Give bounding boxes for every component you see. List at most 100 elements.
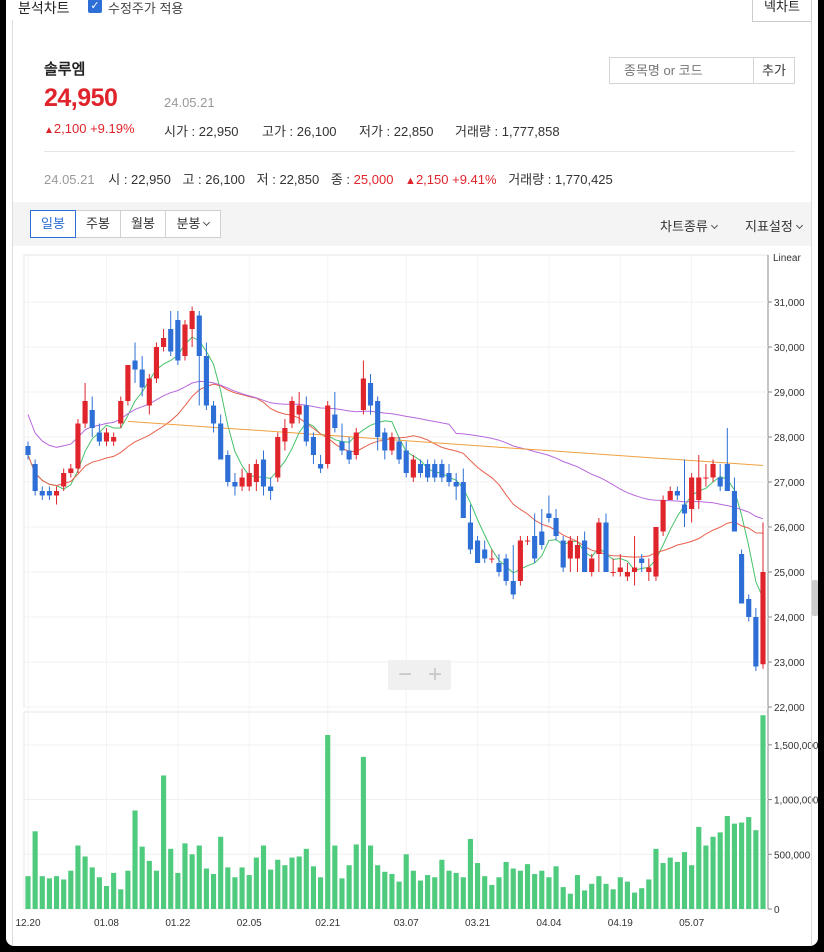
volume-bar (410, 870, 416, 909)
divider (44, 151, 795, 152)
candle-body (125, 365, 131, 401)
chart-type-menu[interactable]: 차트종류 (660, 216, 718, 235)
candle-body (111, 437, 117, 442)
candle-body (482, 549, 488, 559)
candle-body (539, 531, 545, 545)
volume-bar (289, 857, 295, 909)
candle-body (346, 450, 352, 460)
candle-body (396, 441, 402, 460)
volume-bar (153, 870, 160, 909)
candle-body (660, 500, 666, 532)
volume-bar (339, 878, 345, 909)
volume-bar (474, 863, 481, 909)
up-triangle-icon: ▲ (405, 175, 416, 187)
candle-body (239, 477, 245, 487)
volume-bar (139, 846, 145, 909)
chart-area: 31,000 30,000 29,000 28,000 27,000 26,000 25,0… (6, 246, 818, 946)
tab-daily[interactable]: 일봉 (30, 210, 76, 238)
volume-bar (403, 854, 409, 909)
scroll-handle[interactable] (812, 580, 818, 616)
candle-body (275, 437, 281, 478)
candle-body (360, 378, 366, 410)
candle-body (153, 347, 160, 379)
candle-body (161, 338, 167, 347)
volume-bar (282, 865, 288, 909)
volume-bar (617, 877, 623, 909)
volume-bar (425, 875, 431, 909)
candle-body (289, 401, 295, 424)
price-tick-label: 25,000 (774, 568, 805, 579)
volume-bar (560, 887, 566, 909)
volume-bar (275, 859, 281, 909)
zoom-out-button[interactable]: − (390, 661, 420, 689)
volume-bar (146, 860, 152, 909)
candle-body (225, 455, 231, 482)
candle-body (717, 477, 723, 487)
indicator-menu[interactable]: 지표설정 (745, 216, 803, 235)
volume-bar (53, 876, 60, 909)
next-chart-button[interactable]: 넥차트 (752, 0, 812, 22)
volume-bar (103, 886, 110, 909)
volume-bar (460, 877, 466, 909)
volume-bar (746, 817, 752, 909)
low-stat: 저가 : 22,850 (359, 124, 434, 139)
candle-body (132, 360, 138, 370)
price-tick-label: 29,000 (774, 388, 805, 399)
candle-body (410, 459, 416, 478)
volume-bar (389, 873, 395, 909)
period-toolbar: 일봉 주봉 월봉 분봉 차트종류 지표설정 (12, 202, 812, 246)
volume-bar (39, 876, 45, 909)
candle-body (624, 572, 630, 577)
candle-body (89, 410, 95, 428)
window-titlebar: 분석차트 ✓ 수정주가 적용 넥차트 (6, 0, 818, 22)
candle-body (432, 464, 438, 478)
add-stock-button[interactable]: 추가 (753, 57, 795, 84)
candle-body (631, 567, 638, 572)
volume-bar (296, 856, 302, 909)
tab-weekly[interactable]: 주봉 (75, 210, 121, 238)
candle-body (553, 518, 559, 536)
volume-bar (446, 870, 452, 909)
volume-bar (660, 863, 666, 909)
volume-bar (232, 877, 238, 909)
candle-body (296, 405, 302, 415)
chevron-down-icon (795, 221, 803, 230)
price-change: ▲2,100 +9.19% (44, 121, 135, 136)
volume-bar (524, 864, 531, 909)
candle-body (310, 437, 317, 455)
volume-bar (189, 854, 195, 909)
stock-search-input[interactable] (609, 57, 754, 84)
volume-bar (210, 873, 217, 909)
candle-body (746, 599, 752, 617)
candle-body (510, 581, 516, 595)
tab-monthly[interactable]: 월봉 (120, 210, 166, 238)
x-tick-label: 01.08 (94, 918, 119, 929)
candle-body (96, 432, 102, 442)
up-triangle-icon: ▲ (44, 125, 54, 136)
adjusted-price-checkbox[interactable]: ✓ (88, 0, 102, 13)
volume-bar (253, 857, 259, 909)
volume-bar (225, 867, 231, 909)
volume-bar (589, 883, 595, 909)
volume-bar (239, 867, 245, 909)
candle-body (760, 572, 766, 665)
volume-bar (196, 845, 202, 909)
volume-bar (646, 879, 652, 909)
candle-body (25, 446, 31, 455)
tab-minute[interactable]: 분봉 (165, 210, 221, 238)
zoom-in-button[interactable]: + (420, 661, 450, 689)
candle-body (567, 540, 573, 559)
candle-body (118, 401, 124, 424)
stock-chart-svg[interactable]: 31,000 30,000 29,000 28,000 27,000 26,000 25,0… (6, 246, 818, 946)
volume-bar (532, 873, 538, 909)
candle-body (318, 464, 324, 469)
price-tick-label: 28,000 (774, 433, 805, 444)
candle-body (710, 464, 716, 478)
volume-bar (510, 868, 516, 909)
candle-body (724, 464, 730, 491)
left-border (12, 20, 13, 946)
volume-bar (46, 878, 52, 909)
volume-bar (503, 861, 509, 909)
candle-body (439, 464, 445, 478)
candle-body (282, 428, 288, 442)
